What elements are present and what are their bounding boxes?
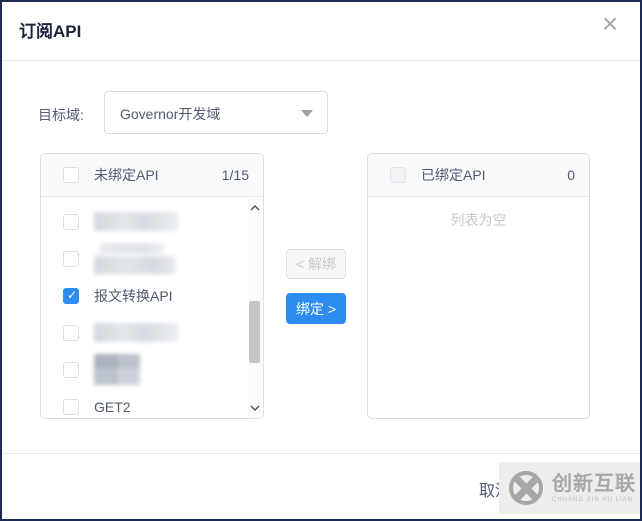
unbind-button[interactable]: < 解绑 (286, 249, 346, 279)
bound-panel-title: 已绑定API (421, 167, 486, 183)
item-checkbox[interactable] (63, 213, 79, 230)
scroll-up-icon[interactable] (247, 200, 262, 216)
target-domain-label: 目标域: (38, 107, 84, 123)
item-checkbox[interactable] (63, 398, 79, 415)
item-label: 报文转换API (94, 287, 173, 304)
list-item[interactable] (41, 351, 263, 388)
bind-button[interactable]: 绑定 > (286, 293, 346, 324)
bound-api-panel: 已绑定API 0 列表为空 (367, 153, 590, 419)
watermark-text: 创新互联 CHUANG XIN HU LIAN (552, 474, 636, 503)
watermark: 创新互联 CHUANG XIN HU LIAN (499, 462, 640, 514)
unbound-panel-header: 未绑定API 1/15 (41, 154, 263, 197)
list-scrollbar[interactable] (247, 198, 262, 418)
list-item[interactable]: ✓ 报文转换API (41, 277, 263, 314)
unbound-api-list: ✓ 报文转换API GET2 (41, 197, 263, 418)
bound-panel-count: 0 (567, 167, 575, 183)
chevron-down-icon (301, 110, 313, 117)
list-item[interactable]: GET2 (41, 388, 263, 418)
watermark-title: 创新互联 (552, 472, 636, 495)
dialog-header: 订阅API × (2, 2, 640, 61)
bound-panel-header: 已绑定API 0 (368, 154, 589, 197)
unbound-api-panel: 未绑定API 1/15 ✓ 报文转换API GET2 (40, 153, 264, 419)
unbound-panel-body: ✓ 报文转换API GET2 (41, 197, 263, 418)
subscribe-api-dialog: 订阅API × 目标域: Governor开发域 未绑定API 1/15 ✓ 报… (0, 0, 642, 521)
select-all-checkbox-disabled (390, 167, 406, 183)
empty-list-text: 列表为空 (450, 212, 507, 228)
dialog-title: 订阅API (19, 22, 82, 41)
item-checkbox[interactable] (63, 361, 79, 378)
watermark-subtitle: CHUANG XIN HU LIAN (552, 496, 634, 503)
unbound-panel-count: 1/15 (221, 167, 249, 183)
scrollbar-thumb[interactable] (249, 301, 260, 363)
select-value: Governor开发域 (120, 106, 221, 122)
target-domain-select[interactable]: Governor开发域 (104, 91, 328, 134)
bound-panel-body: 列表为空 (368, 197, 589, 418)
redacted-item-content (94, 323, 178, 342)
list-item[interactable] (41, 240, 263, 277)
cx-logo-icon (507, 469, 545, 507)
close-icon[interactable]: × (592, 6, 628, 42)
select-all-checkbox[interactable] (63, 167, 79, 183)
list-item[interactable] (41, 203, 263, 240)
item-label: GET2 (94, 398, 131, 415)
list-item[interactable] (41, 314, 263, 351)
unbound-panel-title: 未绑定API (94, 167, 159, 183)
item-checkbox[interactable] (63, 324, 79, 341)
redacted-item-content (94, 212, 178, 231)
redacted-item-content (94, 354, 140, 385)
item-checkbox[interactable] (63, 250, 79, 267)
checkmark-icon: ✓ (66, 287, 78, 302)
redacted-item-content (94, 243, 176, 274)
item-checkbox-checked[interactable]: ✓ (63, 287, 79, 304)
scroll-down-icon[interactable] (247, 400, 262, 416)
